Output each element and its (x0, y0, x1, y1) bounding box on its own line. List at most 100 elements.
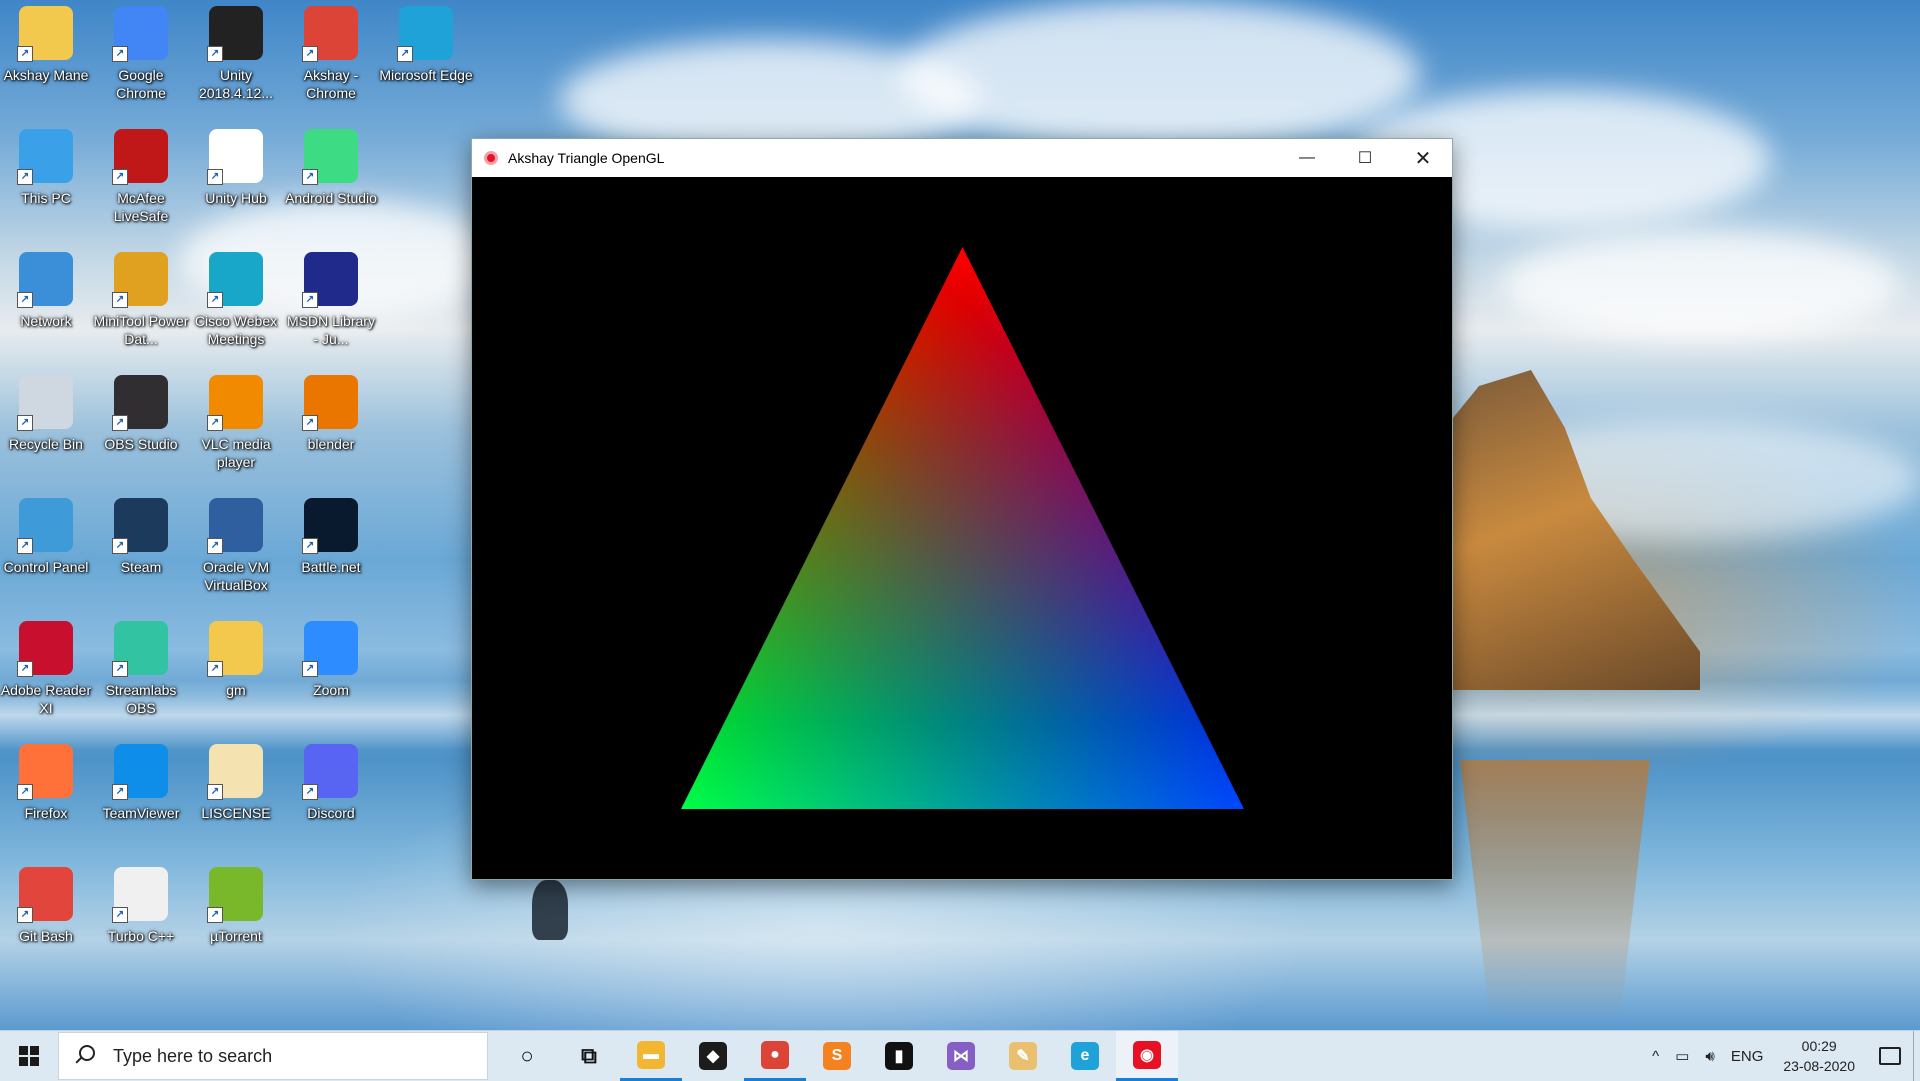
window-titlebar[interactable]: Akshay Triangle OpenGL — ☐ ✕ (472, 139, 1452, 177)
control-panel-icon: ↗ (17, 498, 73, 554)
desktop-icon[interactable]: ↗ Control Panel (0, 492, 92, 610)
taskbar-item[interactable]: ◆ (682, 1031, 744, 1081)
shortcut-arrow-icon: ↗ (207, 292, 223, 308)
desktop-icon-label: Recycle Bin (9, 436, 83, 452)
volume-icon[interactable]: 🔊︎ (1697, 1048, 1722, 1065)
opengl-canvas[interactable] (472, 177, 1452, 879)
desktop-icon[interactable]: ↗ blender (285, 369, 377, 487)
desktop-icon-label: LISCENSE (201, 805, 271, 821)
desktop-icon[interactable]: ↗ Streamlabs OBS (95, 615, 187, 733)
desktop-icon[interactable]: ↗ Zoom (285, 615, 377, 733)
desktop-icon-label: blender (307, 436, 355, 452)
desktop-icon[interactable]: ↗ Git Bash (0, 861, 92, 979)
desktop-icon-label: µTorrent (210, 928, 262, 944)
shortcut-arrow-icon: ↗ (17, 538, 33, 554)
shortcut-arrow-icon: ↗ (17, 784, 33, 800)
sublime-text-icon: S (823, 1042, 851, 1070)
shortcut-arrow-icon: ↗ (207, 46, 223, 62)
desktop-icon[interactable]: ↗ VLC media player (190, 369, 282, 487)
recycle-bin-icon: ↗ (17, 375, 73, 431)
desktop-icon[interactable]: ↗ Network (0, 246, 92, 364)
virtualbox-icon: ↗ (207, 498, 263, 554)
taskbar-item[interactable]: ✎ (992, 1031, 1054, 1081)
show-desktop-button[interactable] (1913, 1031, 1920, 1081)
app-icon (484, 151, 498, 165)
taskbar-item[interactable]: ● (744, 1031, 806, 1081)
taskbar: Type here to search ○ ⧉ ▬ ◆ ● S ▮ ⋈ ✎ e ◉ ^ ▭ 🔊︎ E… (0, 1030, 1920, 1081)
desktop-icon[interactable]: ↗ gm (190, 615, 282, 733)
desktop-icon[interactable]: ↗ Firefox (0, 738, 92, 856)
desktop-icon[interactable]: ↗ Adobe Reader XI (0, 615, 92, 733)
battery-icon[interactable]: ▭ (1667, 1047, 1697, 1065)
desktop-icon[interactable]: ↗ McAfee LiveSafe (95, 123, 187, 241)
adobe-reader-icon: ↗ (17, 621, 73, 677)
shortcut-arrow-icon: ↗ (302, 46, 318, 62)
desktop-icon[interactable]: ↗ Oracle VM VirtualBox (190, 492, 282, 610)
desktop-icon[interactable]: ↗ This PC (0, 123, 92, 241)
desktop-icon[interactable]: ↗ Recycle Bin (0, 369, 92, 487)
taskbar-item[interactable]: ▬ (620, 1031, 682, 1081)
desktop-icon[interactable]: ↗ Cisco Webex Meetings (190, 246, 282, 364)
desktop-icon[interactable]: ↗ OBS Studio (95, 369, 187, 487)
desktop-icon[interactable]: ↗ Unity Hub (190, 123, 282, 241)
taskbar-item[interactable]: ◉ (1116, 1031, 1178, 1081)
taskbar-item[interactable]: ○ (496, 1031, 558, 1081)
desktop-icon[interactable]: ↗ Android Studio (285, 123, 377, 241)
opengl-window[interactable]: Akshay Triangle OpenGL — ☐ ✕ (471, 138, 1453, 880)
close-button[interactable]: ✕ (1394, 139, 1452, 177)
desktop-icon[interactable]: ↗ Discord (285, 738, 377, 856)
taskbar-item[interactable]: ⋈ (930, 1031, 992, 1081)
desktop-icon[interactable]: ↗ Microsoft Edge (379, 0, 473, 118)
action-center-button[interactable] (1867, 1031, 1913, 1081)
desktop-icon[interactable]: ↗ LISCENSE (190, 738, 282, 856)
shortcut-arrow-icon: ↗ (17, 169, 33, 185)
desktop-icon-label: Akshay - Chrome (303, 67, 359, 101)
taskbar-item[interactable]: ▮ (868, 1031, 930, 1081)
shortcut-arrow-icon: ↗ (397, 46, 413, 62)
teamviewer-icon: ↗ (112, 744, 168, 800)
shortcut-arrow-icon: ↗ (17, 292, 33, 308)
desktop-icon[interactable]: ↗ µTorrent (190, 861, 282, 979)
desktop-icon[interactable]: ↗ TeamViewer (95, 738, 187, 856)
desktop-icon[interactable]: ↗ Unity 2018.4.12... (190, 0, 282, 118)
desktop-icon-label: Steam (120, 559, 162, 575)
maximize-button[interactable]: ☐ (1336, 139, 1394, 177)
shortcut-arrow-icon: ↗ (112, 169, 128, 185)
notification-icon (1879, 1047, 1901, 1065)
language-indicator[interactable]: ENG (1723, 1048, 1772, 1065)
shortcut-arrow-icon: ↗ (207, 784, 223, 800)
window-title: Akshay Triangle OpenGL (508, 150, 665, 166)
taskbar-item[interactable]: e (1054, 1031, 1116, 1081)
desktop-icon-label: Microsoft Edge (379, 67, 473, 83)
shortcut-arrow-icon: ↗ (207, 538, 223, 554)
shortcut-arrow-icon: ↗ (302, 292, 318, 308)
desktop-icon[interactable]: ↗ Akshay - Chrome (285, 0, 377, 118)
taskbar-item[interactable]: ⧉ (558, 1031, 620, 1081)
visual-studio-icon: ⋈ (947, 1042, 975, 1070)
start-button[interactable] (0, 1031, 58, 1081)
taskbar-item[interactable]: S (806, 1031, 868, 1081)
desktop-icon[interactable]: ↗ Turbo C++ (95, 861, 187, 979)
rgb-triangle (681, 247, 1244, 809)
desktop-icon[interactable]: ↗ Steam (95, 492, 187, 610)
minimize-button[interactable]: — (1278, 139, 1336, 177)
shortcut-arrow-icon: ↗ (302, 661, 318, 677)
cortana-icon: ○ (520, 1043, 534, 1068)
taskbar-search-box[interactable]: Type here to search (58, 1032, 488, 1080)
desktop-icon[interactable]: ↗ MSDN Library - Ju... (285, 246, 377, 364)
chrome-icon: ↗ (112, 6, 168, 62)
desktop-icon-label: Cisco Webex Meetings (194, 313, 278, 347)
desktop-icon[interactable]: ↗ MiniTool Power Dat... (94, 246, 188, 364)
clock-date: 23-08-2020 (1783, 1058, 1855, 1074)
terminal-icon: ▮ (885, 1042, 913, 1070)
msdn-icon: ↗ (302, 252, 358, 308)
desktop-icon[interactable]: ↗ Google Chrome (95, 0, 187, 118)
desktop-icon[interactable]: ↗ Battle.net (285, 492, 377, 610)
opengl-app-icon: ◉ (1133, 1040, 1161, 1069)
clock[interactable]: 00:29 23-08-2020 (1771, 1036, 1867, 1076)
desktop-icon[interactable]: ↗ Akshay Mane (0, 0, 92, 118)
paint-icon: ✎ (1009, 1042, 1037, 1070)
shortcut-arrow-icon: ↗ (112, 661, 128, 677)
edge-icon: e (1071, 1042, 1099, 1070)
tray-chevron-icon[interactable]: ^ (1644, 1048, 1667, 1065)
